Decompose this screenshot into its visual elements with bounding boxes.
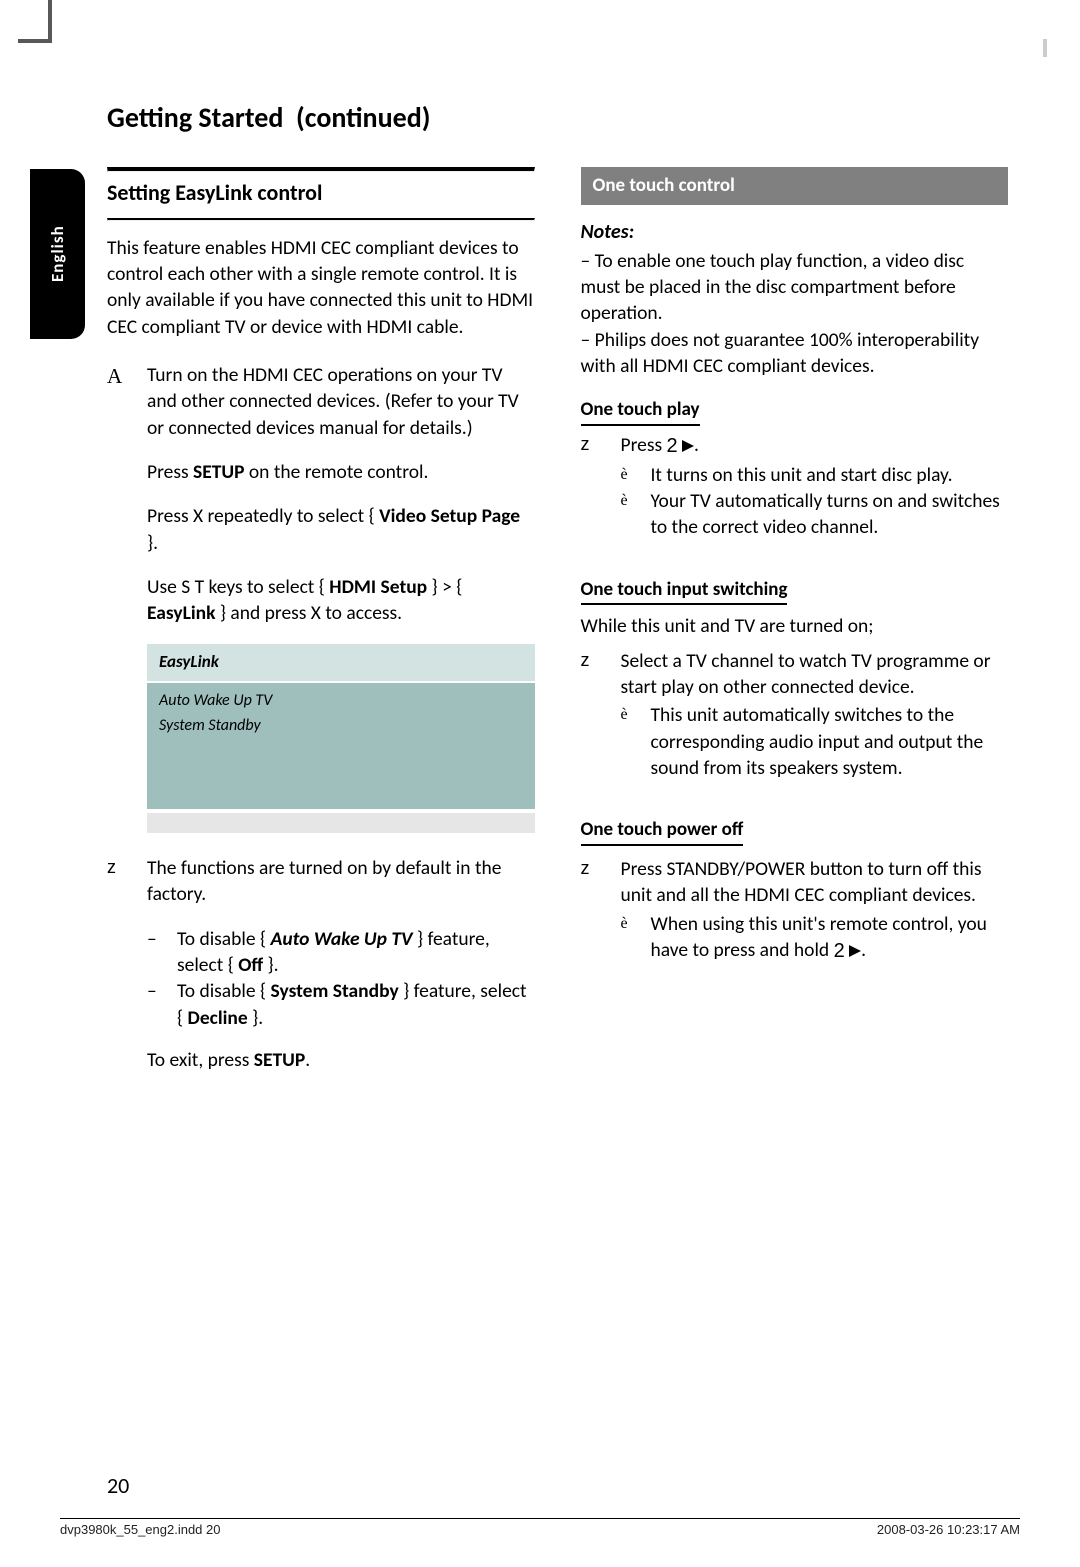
step-text: Select a TV channel to watch TV programm… — [621, 649, 991, 699]
result-arrow-icon: è — [621, 702, 651, 781]
bullet: z — [581, 648, 621, 782]
result-text: Your TV automatically turns on and switc… — [651, 488, 1009, 541]
result-text: It turns on this unit and start disc pla… — [651, 462, 953, 488]
step-text: Press X repeatedly to select { Video Set… — [147, 503, 535, 556]
result-text: When using this unit's remote control, y… — [651, 911, 1009, 965]
intro-text: This feature enables HDMI CEC compliant … — [107, 235, 535, 340]
sub-heading-play: One touch play — [581, 397, 700, 426]
default-note: z The functions are turned on by default… — [107, 855, 535, 908]
language-tab: English — [30, 169, 85, 339]
footer-timestamp: 2008-03-26 10:23:17 AM — [877, 1522, 1020, 1537]
result-arrow-icon: è — [621, 462, 651, 488]
sub-heading-poweroff: One touch power off — [581, 817, 744, 846]
result-text: This unit automatically switches to the … — [651, 702, 1009, 781]
step-number: A — [107, 362, 147, 441]
crop-mark — [18, 39, 48, 43]
play-icon — [849, 945, 861, 957]
setup-menu-item: System Standby — [159, 714, 523, 739]
language-tab-label: English — [47, 227, 68, 282]
intro-line: While this unit and TV are turned on; — [581, 613, 1009, 639]
setup-menu: EasyLink Auto Wake Up TV System Standby — [147, 644, 535, 833]
setup-menu-footer — [147, 813, 535, 833]
step-text: Press STANDBY/POWER button to turn off t… — [621, 857, 982, 907]
list-item: – To disable { System Standby } feature,… — [147, 978, 535, 1031]
step: z Press 2 . è It turns on this unit and … — [581, 432, 1009, 541]
footer: dvp3980k_55_eng2.indd 20 2008-03-26 10:2… — [60, 1518, 1020, 1537]
step-text: Use S T keys to select { HDMI Setup } > … — [147, 574, 535, 627]
step-4: Use S T keys to select { HDMI Setup } > … — [107, 574, 535, 627]
default-text: The functions are turned on by default i… — [147, 855, 535, 908]
result-arrow-icon: è — [621, 488, 651, 541]
step-2: Press SETUP on the remote control. — [107, 459, 535, 485]
bullet: z — [581, 432, 621, 541]
banner-heading: One touch control — [581, 167, 1009, 205]
bullet: z — [107, 855, 147, 908]
left-column: Setting EasyLink control This feature en… — [107, 167, 535, 1091]
exit-note: To exit, press SETUP. — [107, 1047, 535, 1073]
step-text: Press SETUP on the remote control. — [147, 459, 535, 485]
play-icon — [682, 440, 694, 452]
step-text: Turn on the HDMI CEC operations on your … — [147, 362, 535, 441]
step: z Select a TV channel to watch TV progra… — [581, 648, 1009, 782]
rule — [107, 167, 535, 172]
note-2: – Philips does not guarantee 100% intero… — [581, 327, 1009, 380]
crop-mark — [48, 0, 52, 43]
result-arrow-icon: è — [621, 911, 651, 965]
setup-menu-title: EasyLink — [147, 644, 535, 683]
list-item: – To disable { Auto Wake Up TV } feature… — [147, 926, 535, 979]
setup-menu-item: Auto Wake Up TV — [159, 689, 523, 714]
footer-filename: dvp3980k_55_eng2.indd 20 — [60, 1522, 220, 1537]
page-title: Getting Started (continued) — [107, 100, 1008, 135]
bullet: z — [581, 856, 621, 965]
step-3: Press X repeatedly to select { Video Set… — [107, 503, 535, 556]
page-number: 20 — [107, 1472, 129, 1499]
disable-list: – To disable { Auto Wake Up TV } feature… — [147, 926, 535, 1031]
note-1: – To enable one touch play function, a v… — [581, 248, 1009, 327]
step-1: A Turn on the HDMI CEC operations on you… — [107, 362, 535, 441]
right-column: One touch control Notes: – To enable one… — [581, 167, 1009, 1091]
step: z Press STANDBY/POWER button to turn off… — [581, 856, 1009, 965]
sub-heading-input: One touch input switching — [581, 577, 788, 606]
crop-mark — [1043, 39, 1047, 57]
section-heading: Setting EasyLink control — [107, 178, 535, 208]
notes-heading: Notes: — [581, 219, 1009, 246]
setup-menu-body: Auto Wake Up TV System Standby — [147, 683, 535, 809]
